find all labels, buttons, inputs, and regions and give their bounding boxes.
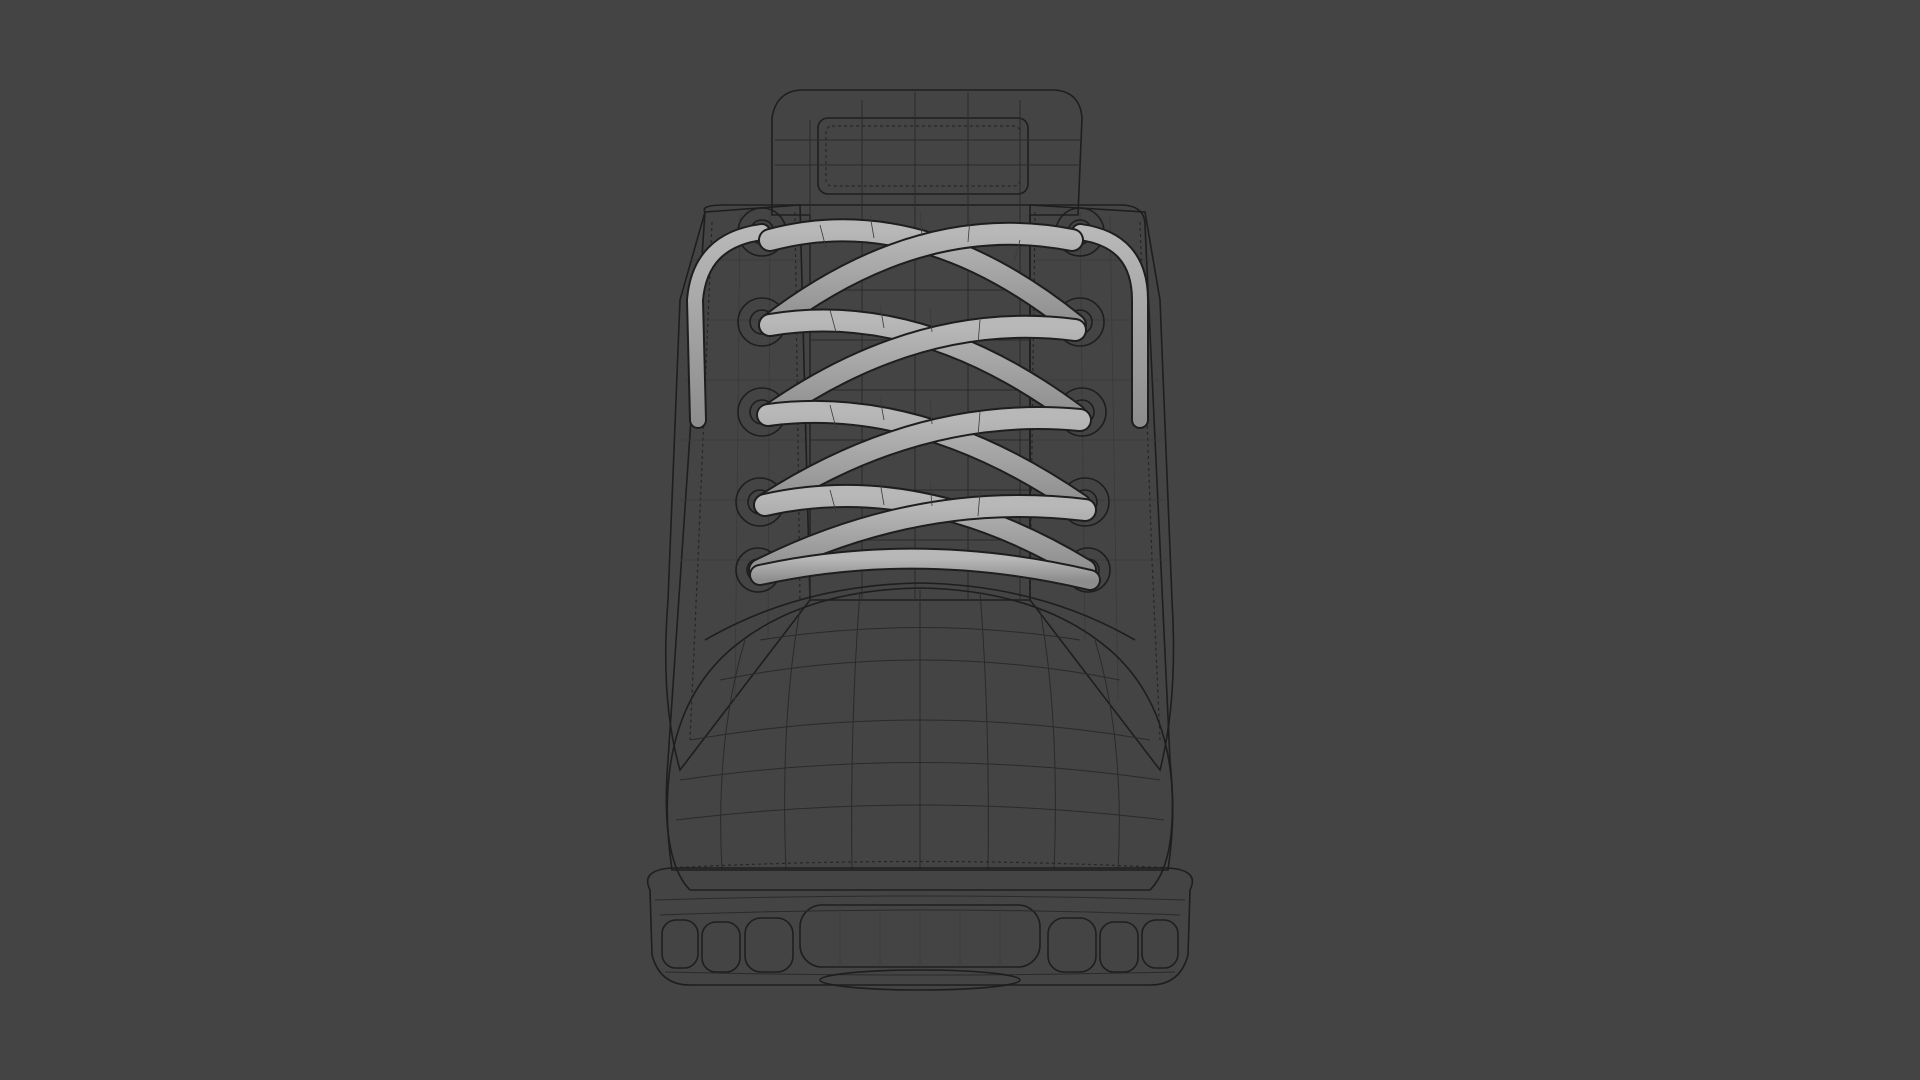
boot-model[interactable] [646,89,1194,991]
sole-bottom [819,969,1021,991]
toe-wireframe [675,590,1165,871]
sole-wireframe [654,895,1186,976]
tongue-label-stitch [825,125,1021,187]
3d-viewport[interactable] [0,0,1920,1080]
upper-wireframe [678,211,1168,701]
tongue-label-patch [817,117,1029,195]
